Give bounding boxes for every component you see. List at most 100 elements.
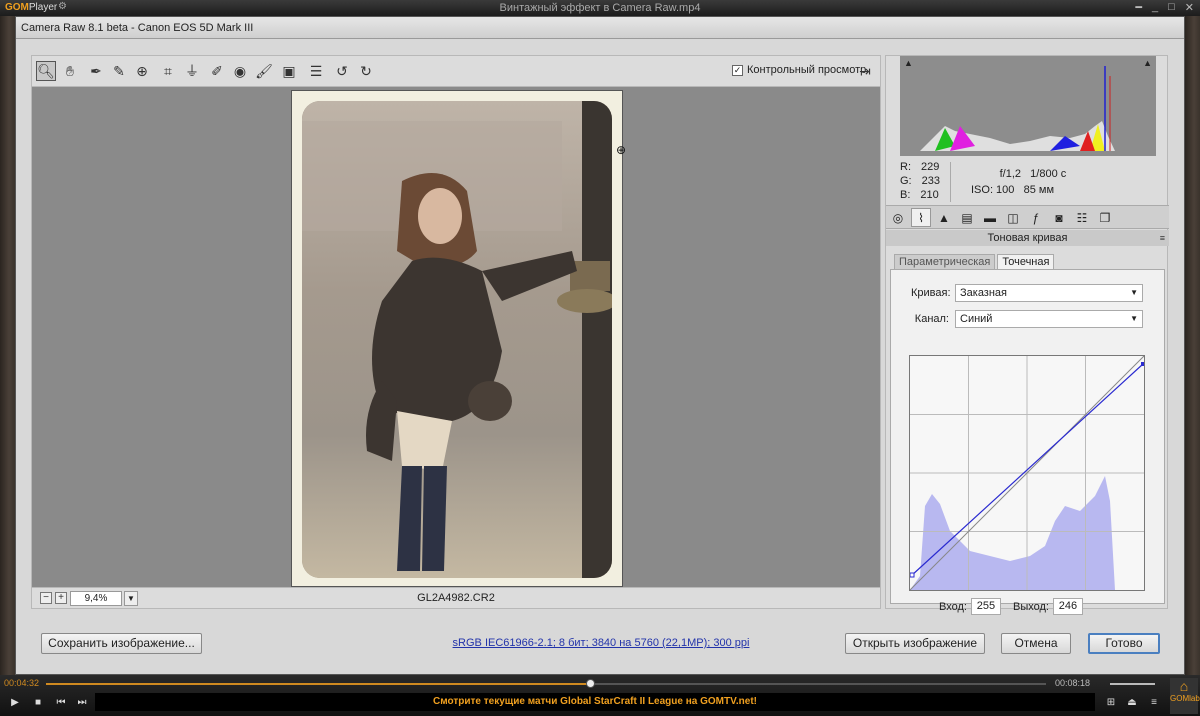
- seek-bar[interactable]: [46, 679, 1046, 688]
- straighten-icon[interactable]: ⏚: [182, 61, 202, 81]
- seek-progress: [46, 683, 591, 685]
- seek-handle[interactable]: [586, 679, 595, 688]
- channel-select[interactable]: Синий ▼: [955, 310, 1143, 328]
- photo-illustration: [302, 101, 612, 578]
- eject-icon[interactable]: ⏏: [1125, 696, 1139, 710]
- close-icon[interactable]: ✕: [1185, 1, 1194, 14]
- basic-tab-icon[interactable]: ◎: [888, 208, 908, 227]
- iso: ISO: 100: [971, 184, 1015, 196]
- rotate-right-icon[interactable]: ↻: [356, 61, 376, 81]
- image-preview-area[interactable]: ⊕: [31, 87, 881, 587]
- panel-header: Тоновая кривая ≡: [886, 230, 1169, 246]
- time-elapsed: 00:04:32: [4, 678, 40, 688]
- effects-tab-icon[interactable]: ƒ: [1026, 208, 1046, 227]
- maximize-icon[interactable]: □: [1168, 1, 1175, 14]
- readout-g: 233: [921, 175, 940, 187]
- rotate-left-icon[interactable]: ↺: [332, 61, 352, 81]
- panel-title: Тоновая кривая: [987, 232, 1068, 244]
- aperture: f/1,2: [999, 168, 1021, 180]
- red-eye-icon[interactable]: ◉: [230, 61, 250, 81]
- highlight-clip-icon[interactable]: ▲: [1143, 58, 1152, 68]
- chevron-down-icon: ▼: [1130, 288, 1138, 297]
- snapshots-tab-icon[interactable]: ❐: [1095, 208, 1115, 227]
- file-name: GL2A4982.CR2: [417, 592, 495, 604]
- shadow-clip-icon[interactable]: ▲: [904, 58, 913, 68]
- curve-select[interactable]: Заказная ▼: [955, 284, 1143, 302]
- menu-icon[interactable]: ≡: [1147, 696, 1161, 710]
- camera-raw-window: Camera Raw 8.1 beta - Canon EOS 5D Mark …: [15, 16, 1185, 675]
- minimize-icon[interactable]: _: [1152, 1, 1158, 14]
- readout-r: 229: [921, 161, 940, 173]
- next-icon[interactable]: ⏭: [75, 696, 89, 710]
- curve-row: Кривая: Заказная ▼: [911, 284, 1143, 302]
- player-title: Винтажный эффект в Camera Raw.mp4: [499, 2, 701, 14]
- open-image-button[interactable]: Открыть изображение: [845, 633, 985, 654]
- preview-checkbox[interactable]: ✓: [732, 64, 743, 76]
- lens-tab-icon[interactable]: ◫: [1003, 208, 1023, 227]
- time-total: 00:08:18: [1054, 678, 1090, 688]
- channel-row: Канал: Синий ▼: [911, 310, 1143, 328]
- preferences-icon[interactable]: ☰: [306, 61, 326, 81]
- player-titlebar: GOMPlayer ⚙ Винтажный эффект в Camera Ra…: [0, 0, 1200, 16]
- pin-icon[interactable]: ━: [1135, 1, 1142, 14]
- play-icon[interactable]: ▶: [8, 696, 22, 710]
- adjustment-brush-icon[interactable]: 🖌︎: [254, 61, 274, 81]
- tone-curve-tab-icon[interactable]: ⌇: [911, 208, 931, 227]
- chevron-down-icon: ▼: [1130, 314, 1138, 323]
- tab-parametric[interactable]: Параметрическая: [894, 254, 996, 269]
- home-icon: ⌂: [1179, 678, 1189, 694]
- curve-label: Кривая:: [911, 287, 951, 299]
- gomlab-button[interactable]: ⌂ GOMlab: [1170, 678, 1200, 714]
- preview-label: Контрольный просмотр: [747, 64, 867, 76]
- zoom-cursor-icon: ⊕: [616, 143, 627, 157]
- preview-toggle[interactable]: ✓ Контрольный просмотр: [732, 64, 866, 76]
- curve-subtabs: Параметрическая Точечная: [894, 254, 1055, 269]
- video-background-left: [0, 16, 15, 676]
- screen-ratio-icon[interactable]: ⊞: [1104, 696, 1118, 710]
- cancel-button[interactable]: Отмена: [1001, 633, 1071, 654]
- exif-info: f/1,2 1/800 с ISO: 100 85 мм: [971, 166, 1066, 198]
- hsl-tab-icon[interactable]: ▤: [957, 208, 977, 227]
- output-row: Выход: 246: [1013, 598, 1083, 615]
- fullscreen-icon[interactable]: ⇥: [855, 61, 875, 81]
- target-adjust-icon[interactable]: ⊕: [132, 61, 152, 81]
- graduated-filter-icon[interactable]: ▣: [279, 61, 299, 81]
- channel-label: Канал:: [914, 313, 949, 325]
- panel-tabs: ◎ ⌇ ▲ ▤ ▬ ◫ ƒ ◙ ☷ ❐: [886, 205, 1169, 229]
- readout-divider: [950, 162, 951, 202]
- histogram: ▲ ▲: [900, 56, 1156, 156]
- readout-b: 210: [920, 189, 939, 201]
- white-balance-icon[interactable]: ✒: [86, 61, 106, 81]
- status-bar: − + 9,4% ▼ GL2A4982.CR2: [31, 587, 881, 609]
- video-background-right: [1185, 16, 1200, 676]
- color-sampler-icon[interactable]: ✎: [109, 61, 129, 81]
- input-row: Вход: 255: [939, 598, 1001, 615]
- right-panel: ▲ ▲ R: 229 G: 233 B: 210 f/1,2 1/800 с ISO:…: [885, 55, 1169, 615]
- split-toning-tab-icon[interactable]: ▬: [980, 208, 1000, 227]
- done-button[interactable]: Готово: [1088, 633, 1160, 654]
- output-field[interactable]: 246: [1052, 598, 1083, 615]
- tab-point[interactable]: Точечная: [997, 254, 1055, 269]
- rgb-readout: R: 229 G: 233 B: 210: [900, 161, 940, 201]
- panel-menu-icon[interactable]: ≡: [1160, 230, 1165, 246]
- zoom-icon[interactable]: 🔍︎: [36, 61, 56, 81]
- player-controls: 00:04:32 00:08:18 ▶ ■ ⏮ ⏭ Смотрите текущ…: [0, 675, 1200, 716]
- focal-length: 85 мм: [1023, 184, 1055, 196]
- detail-tab-icon[interactable]: ▲: [934, 208, 954, 227]
- presets-tab-icon[interactable]: ☷: [1072, 208, 1092, 227]
- spot-removal-icon[interactable]: ✐: [207, 61, 227, 81]
- input-field[interactable]: 255: [970, 598, 1001, 615]
- previous-icon[interactable]: ⏮: [54, 696, 68, 710]
- camera-calibration-tab-icon[interactable]: ◙: [1049, 208, 1069, 227]
- curve-graph[interactable]: [909, 355, 1145, 591]
- hand-icon[interactable]: ✋︎: [60, 61, 80, 81]
- output-label: Выход:: [1013, 600, 1049, 613]
- camera-raw-title: Camera Raw 8.1 beta - Canon EOS 5D Mark …: [21, 22, 254, 34]
- photo-frame: [291, 90, 623, 587]
- stop-icon[interactable]: ■: [31, 696, 45, 710]
- point-curve-panel: Кривая: Заказная ▼ Канал: Синий ▼ Вход: …: [890, 269, 1165, 615]
- volume-slider[interactable]: [1110, 683, 1155, 685]
- crop-icon[interactable]: ⌗: [158, 61, 178, 81]
- news-ticker[interactable]: Смотрите текущие матчи Global StarCraft …: [95, 693, 1095, 711]
- photo-preview[interactable]: [302, 101, 612, 578]
